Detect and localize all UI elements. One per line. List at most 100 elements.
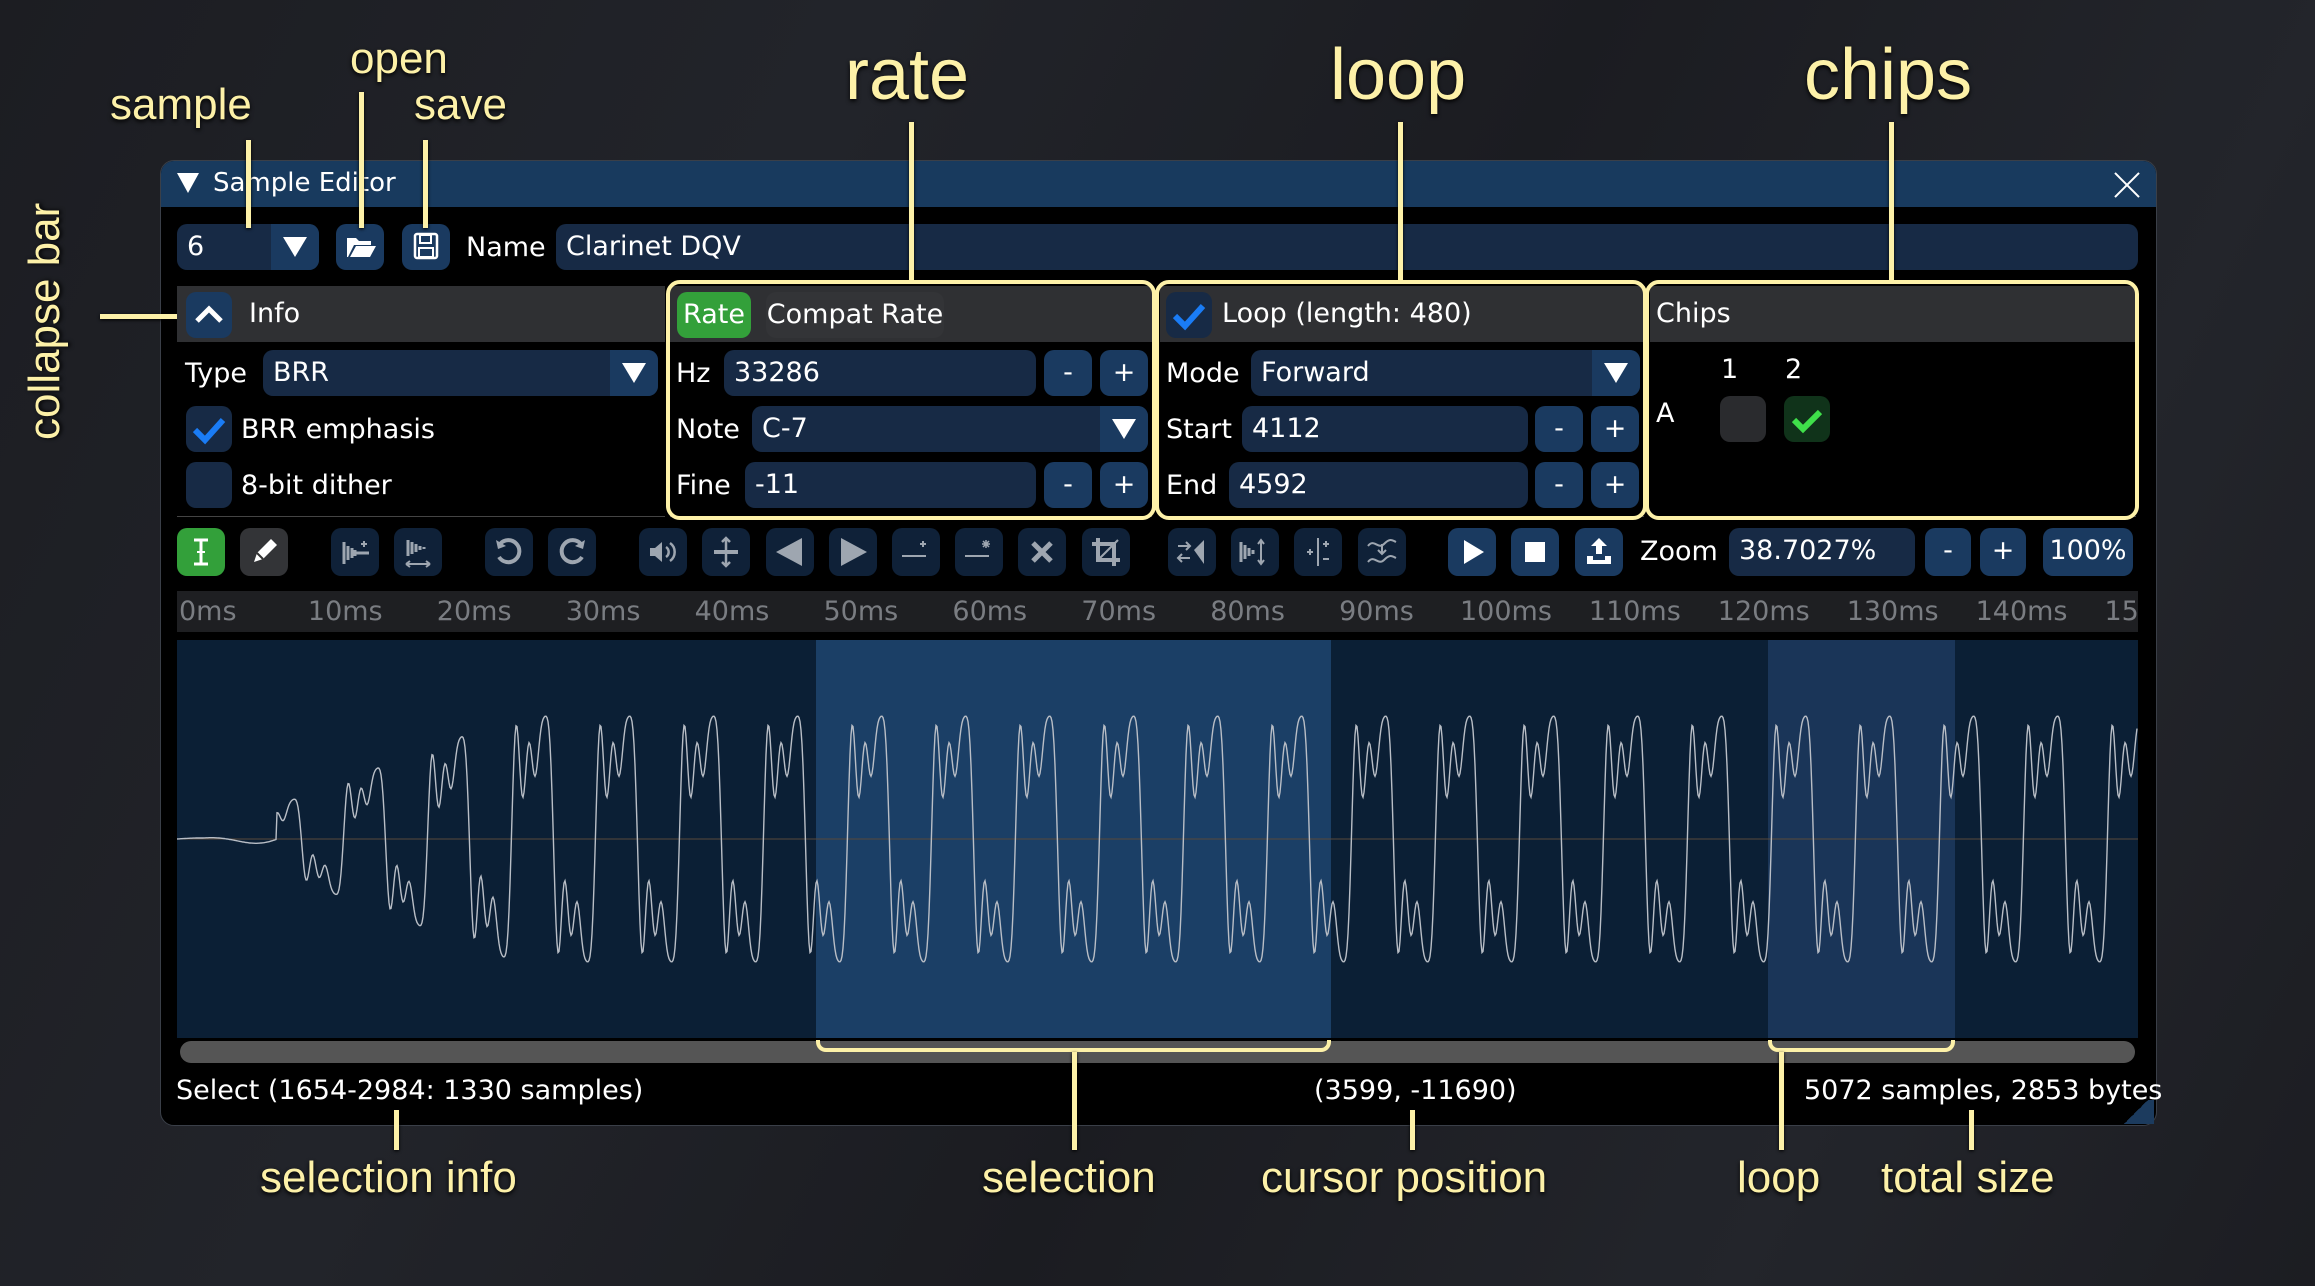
dither-label: 8-bit dither [241,470,392,501]
chevron-down-icon [610,350,658,396]
collapse-window-icon[interactable] [177,173,199,193]
ruler-tick: 70ms [1081,596,1157,627]
chevron-down-icon[interactable] [271,224,319,270]
select-tool-button[interactable] [177,528,225,576]
annotation-total-size: total size [1881,1153,2055,1202]
insert-silence-icon [902,541,926,557]
annotation-bracket-loop [1768,1040,1955,1052]
ruler-tick: 90ms [1339,596,1414,627]
play-button[interactable] [1448,528,1496,576]
type-value: BRR [273,357,330,388]
floppy-save-icon [413,232,439,260]
annotation-selection: selection [982,1153,1156,1202]
filter-icon [1367,539,1397,563]
annotation-line-sample [246,140,251,228]
waveform-view[interactable] [177,640,2138,1038]
ruler-tick: 80ms [1210,596,1285,627]
insert-silence-button[interactable] [892,528,940,576]
highlight-rate [666,280,1156,520]
total-size-status: 5072 samples, 2853 bytes [1804,1075,2163,1106]
select-tool-icon [194,538,208,566]
annotation-loop: loop [1330,35,1467,115]
invert-button[interactable] [1231,528,1279,576]
annotation-line-save [423,140,428,228]
open-button[interactable] [336,224,384,270]
delete-button[interactable] [1018,528,1066,576]
filter-button[interactable] [1358,528,1406,576]
close-icon[interactable] [2114,171,2140,197]
checkmark-icon [192,417,226,445]
save-button[interactable] [402,224,450,270]
time-ruler[interactable]: 0ms 10ms 20ms 30ms 40ms 50ms 60ms 70ms 80ms 90ms 1… [177,591,2138,632]
annotation-rate: rate [845,35,970,115]
ruler-tick: 110ms [1588,596,1681,627]
ruler-tick: 10ms [307,596,383,627]
sign-button[interactable] [1294,528,1342,576]
normalize-icon [714,536,738,568]
invert-icon [1239,538,1265,566]
ruler-tick: 120ms [1717,596,1810,627]
undo-icon [496,538,522,565]
annotation-line-cursor [1410,1110,1415,1150]
highlight-chips [1645,280,2139,520]
info-title: Info [249,298,301,329]
type-dropdown[interactable]: BRR [263,350,658,396]
fade-in-icon [776,538,802,566]
silence-insert-button[interactable] [331,528,379,576]
collapse-button[interactable] [186,292,232,338]
annotation-save: save [414,80,507,129]
silence-insert-icon [342,541,369,564]
brr-emphasis-checkbox[interactable] [186,406,232,452]
stop-icon [1525,542,1545,562]
zoom-input[interactable]: 38.7027% [1729,528,1915,576]
zoom-reset-button[interactable]: 100% [2043,528,2133,576]
zoom-out-button[interactable]: - [1925,528,1971,576]
redo-button[interactable] [548,528,596,576]
ruler-tick: 140ms [1975,596,2068,627]
annotation-line-loop [1398,122,1403,282]
export-button[interactable] [1575,528,1623,576]
name-input[interactable]: Clarinet DQV [556,224,2138,270]
stop-button[interactable] [1511,528,1559,576]
annotation-sample: sample [110,80,252,129]
info-section: Info Type BRR BRR emphasis 8-bit dither [177,286,665,517]
ruler-tick: 0ms [179,596,237,627]
annotation-line-rate [909,122,914,282]
zoom-in-button[interactable]: + [1980,528,2026,576]
type-label: Type [185,358,248,389]
dither-checkbox[interactable] [186,462,232,508]
normalize-button[interactable] [702,528,750,576]
draw-tool-button[interactable] [240,528,288,576]
name-value: Clarinet DQV [566,231,741,262]
fade-out-button[interactable] [829,528,877,576]
selection-info-status: Select (1654-2984: 1330 samples) [176,1075,644,1106]
export-icon [1587,538,1611,564]
title-bar[interactable]: Sample Editor [161,161,2156,207]
zoom-value: 38.7027% [1739,535,1877,566]
amplify-icon [650,541,676,563]
apply-silence-button[interactable] [955,528,1003,576]
annotation-line-open [359,92,364,228]
highlight-loop [1155,280,1647,520]
fade-in-button[interactable] [766,528,814,576]
annotation-chips: chips [1804,35,1973,115]
resize-button[interactable] [394,528,442,576]
resize-grip-icon[interactable] [2118,1100,2154,1124]
window-title: Sample Editor [213,168,396,198]
undo-button[interactable] [485,528,533,576]
sign-icon [1307,538,1329,566]
ruler-tick: 130ms [1846,596,1939,627]
delete-icon [1031,541,1053,563]
annotation-loop-bottom: loop [1737,1153,1821,1202]
apply-silence-icon [965,540,990,557]
sample-selector[interactable]: 6 [177,224,319,270]
crop-button[interactable] [1082,528,1130,576]
amplify-button[interactable] [639,528,687,576]
reverse-button[interactable] [1168,528,1216,576]
cursor-position-status: (3599, -11690) [1314,1075,1517,1106]
resize-icon [405,540,431,568]
waveform-plot [177,715,2138,963]
ruler-tick: 20ms [436,596,512,627]
annotation-line-chips [1889,122,1894,282]
ruler-tick: 150ms [2104,596,2139,627]
